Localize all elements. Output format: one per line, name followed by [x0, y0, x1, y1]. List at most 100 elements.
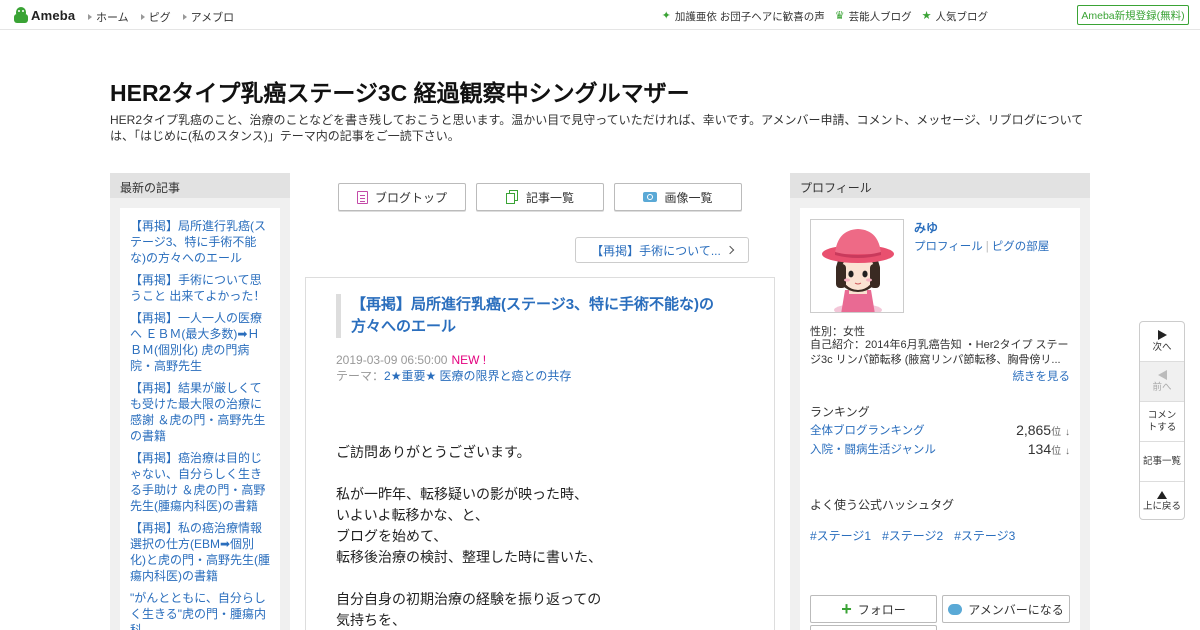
entry-body: ご訪問ありがとうございます。 私が一昨年、転移疑いの影が映った時、 いよいよ転移…	[336, 442, 756, 630]
prev-button[interactable]: 前へ	[1140, 362, 1184, 402]
nav-home[interactable]: ホーム	[88, 9, 129, 25]
more-button-edge	[810, 625, 937, 630]
new-badge: NEW !	[451, 353, 487, 367]
back-to-top-button[interactable]: 上に戻る	[1140, 482, 1184, 519]
recent-article-link[interactable]: 【再掲】手術について思うこと 出来てよかった！	[130, 272, 270, 304]
image-list-label: 画像一覧	[664, 190, 713, 205]
prev-article-link[interactable]: 【再掲】手術について...	[575, 237, 749, 263]
entry-paragraph: 転移後治療の検討、整理した時に書いた、	[336, 549, 602, 565]
blog-title[interactable]: HER2タイプ乳癌ステージ3C 経過観察中シングルマザー	[110, 74, 690, 108]
image-list-button[interactable]: 画像一覧	[614, 183, 742, 211]
top-nav: ホーム ピグ アメブロ	[88, 9, 234, 25]
left-sidebar: 最新の記事 【再掲】局所進行乳癌(ステージ3、特に手術不能な)の方々へのエール …	[110, 173, 290, 630]
hashtag-list: #ステージ1 #ステージ2 #ステージ3	[810, 527, 1015, 544]
entry-title[interactable]: 【再掲】局所進行乳癌(ステージ3、特に手術不能な)の方々へのエール	[336, 294, 736, 338]
pigg-room-link[interactable]: ピグの部屋	[992, 241, 1050, 253]
article: 【再掲】局所進行乳癌(ステージ3、特に手術不能な)の方々へのエール 2019-0…	[305, 277, 775, 630]
ranking-link[interactable]: 全体ブログランキング	[810, 422, 925, 438]
avatar-image	[811, 220, 903, 312]
ranking-link[interactable]: 入院・闘病生活ジャンル	[810, 441, 936, 457]
camera-icon	[643, 192, 658, 202]
triangle-icon	[182, 14, 187, 20]
read-more-link[interactable]: 続きを見る	[1013, 368, 1071, 384]
profile-links: プロフィール | ピグの部屋	[914, 238, 1049, 254]
recent-article-link[interactable]: 【再掲】一人一人の医療へ ＥＢＭ(最大多数)➡ＨＢＭ(個別化) 虎の門病院・高野…	[130, 310, 270, 374]
profile-link[interactable]: プロフィール	[914, 241, 983, 253]
profile-name[interactable]: みゆ	[914, 219, 938, 236]
top-right-links: ✦ 加護亜依 お団子ヘアに歓喜の声 ♛ 芸能人ブログ ★ 人気ブログ	[662, 9, 988, 24]
signup-button[interactable]: Ameba新規登録(無料)	[1077, 5, 1189, 25]
avatar[interactable]	[810, 219, 904, 313]
ranking-row: 全体ブログランキング 2,865位 ↓	[810, 422, 1070, 438]
profile-heading: プロフィール	[790, 173, 1090, 198]
article-list-button[interactable]: 記事一覧	[476, 183, 604, 211]
entry-paragraph: 自分自身の初期治療の経験を振り返っての	[336, 591, 602, 607]
entry-date: 2019-03-09 06:50:00	[336, 353, 448, 367]
logo-text: Ameba	[31, 7, 76, 23]
recent-article-link[interactable]: "がんとともに、自分らしく生きる"虎の門・腫瘍内科	[130, 590, 270, 630]
ameba-logo[interactable]: Ameba	[14, 6, 75, 24]
hashtag-link[interactable]: #ステージ2	[882, 527, 943, 544]
celebrity-blog-link[interactable]: ♛ 芸能人ブログ	[835, 9, 912, 24]
amember-label: アメンバーになる	[968, 602, 1064, 617]
article-list-side-button[interactable]: 記事一覧	[1140, 442, 1184, 482]
next-label: 次へ	[1152, 341, 1172, 353]
profile-intro: 自己紹介：2014年6月乳癌告知 ・Her2タイプ ステージ3c リンパ節転移 …	[810, 339, 1069, 366]
recent-articles-heading: 最新の記事	[110, 173, 290, 198]
arrow-up-icon	[1157, 491, 1167, 499]
floating-nav: 次へ 前へ コメントする 記事一覧 上に戻る	[1139, 321, 1185, 520]
top-bar: Ameba ホーム ピグ アメブロ ✦ 加護亜依 お団子ヘアに歓喜の声 ♛ 芸能人ブ…	[0, 0, 1200, 30]
theme-label: テーマ：	[336, 369, 385, 383]
ameba-logo-icon	[14, 7, 28, 23]
entry-paragraph	[336, 463, 756, 484]
entry-paragraph: ブログを始めて、	[336, 528, 448, 544]
sparkle-icon: ✦	[661, 10, 671, 22]
prev-label: 前へ	[1152, 381, 1172, 393]
ranking-heading: ランキング	[810, 405, 870, 419]
down-arrow-icon: ↓	[1065, 446, 1070, 457]
recent-articles-list: 【再掲】局所進行乳癌(ステージ3、特に手術不能な)の方々へのエール 【再掲】手術…	[120, 208, 280, 630]
arrow-left-icon	[1157, 369, 1167, 380]
entry-theme-link[interactable]: 2★重要★ 医療の限界と癌との共存	[384, 369, 571, 383]
follow-button[interactable]: + フォロー	[810, 595, 937, 623]
entry-paragraph: 気持ちを、	[336, 612, 406, 628]
back-to-top-label: 上に戻る	[1142, 501, 1181, 512]
ranking-value: 134位 ↓	[1027, 441, 1070, 457]
amember-button[interactable]: アメンバーになる	[942, 595, 1070, 623]
chevron-right-icon	[725, 245, 735, 255]
hashtag-link[interactable]: #ステージ3	[954, 527, 1015, 544]
hashtag-link[interactable]: #ステージ1	[810, 527, 871, 544]
comment-label: コメントする	[1147, 409, 1177, 433]
blog-top-label: ブログトップ	[374, 190, 447, 205]
document-icon	[356, 190, 368, 204]
nav-ameblo[interactable]: アメブロ	[182, 9, 234, 25]
nav-pigg[interactable]: ピグ	[140, 9, 171, 25]
hashtag-heading: よく使う公式ハッシュタグ	[810, 498, 955, 512]
entry-meta: 2019-03-09 06:50:00 NEW ! テーマ：2★重要★ 医療の限界…	[336, 352, 571, 384]
next-button[interactable]: 次へ	[1140, 322, 1184, 362]
comment-button[interactable]: コメントする	[1140, 402, 1184, 442]
entry-paragraph: 私が一昨年、転移疑いの影が映った時、	[336, 486, 588, 502]
triangle-icon	[88, 14, 92, 20]
entry-paragraph: ご訪問ありがとうございます。	[336, 444, 531, 460]
crown-icon: ♛	[834, 10, 845, 22]
blog-top-button[interactable]: ブログトップ	[338, 183, 466, 211]
recent-article-link[interactable]: 【再掲】私の癌治療情報選択の仕方(EBM➡個別化)と虎の門・高野先生(腫瘍内科医…	[130, 520, 270, 584]
prev-article-label: 【再掲】手術について...	[591, 243, 721, 258]
recent-article-link[interactable]: 【再掲】結果が厳しくても受けた最大限の治療に感謝 ＆虎の門・高野先生の書籍	[130, 380, 270, 444]
follow-label: フォロー	[857, 602, 906, 617]
recent-article-link[interactable]: 【再掲】癌治療は目的じゃない、自分らしく生きる手助け ＆虎の門・高野先生(腫瘍内…	[130, 450, 270, 514]
star-icon: ★	[921, 10, 932, 22]
ranking-value: 2,865位 ↓	[1016, 422, 1070, 438]
profile-gender: 性別：女性	[810, 326, 865, 338]
ranking-row: 入院・闘病生活ジャンル 134位 ↓	[810, 441, 1070, 457]
recent-article-link[interactable]: 【再掲】局所進行乳癌(ステージ3、特に手術不能な)の方々へのエール	[130, 218, 270, 266]
entry-paragraph: いよいよ転移かな、と、	[336, 507, 489, 523]
profile-panel: みゆ プロフィール | ピグの部屋 性別：女性 自己紹介：2014年6月乳癌告知 ・…	[800, 208, 1080, 630]
triangle-icon	[140, 14, 145, 20]
trend-news-link[interactable]: ✦ 加護亜依 お団子ヘアに歓喜の声	[662, 9, 825, 24]
down-arrow-icon: ↓	[1065, 427, 1070, 438]
link-separator: |	[985, 241, 989, 253]
articles-icon	[505, 190, 519, 204]
popular-blog-link[interactable]: ★ 人気ブログ	[922, 9, 988, 24]
